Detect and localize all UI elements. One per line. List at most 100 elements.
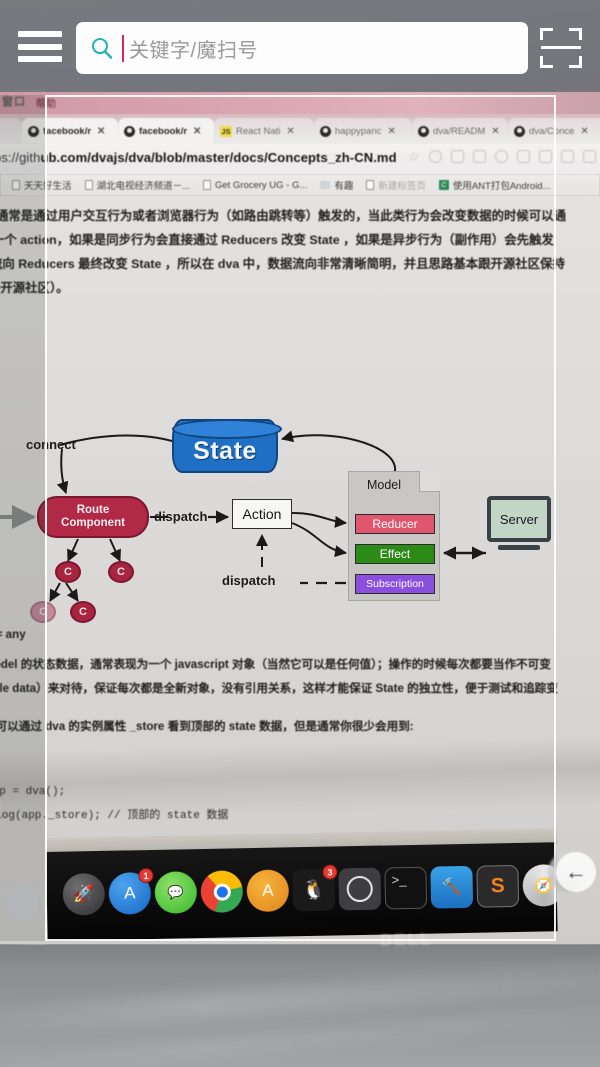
- camera-viewfinder: 窗口 帮助 ✕ facebook/r ✕ facebook/r ✕: [0, 0, 600, 1067]
- bookmark-label: 湖北电视经济频道－...: [96, 181, 190, 192]
- tab-label: dva/Conce: [529, 125, 575, 137]
- extension-icon[interactable]: [495, 150, 508, 163]
- extension-icon[interactable]: [473, 150, 486, 163]
- scan-corner-tr: [569, 28, 582, 40]
- bookmark-label: 有趣: [334, 181, 354, 192]
- search-input[interactable]: 关键字/魔扫号: [76, 22, 528, 74]
- ant-icon: C: [438, 180, 449, 190]
- extension-icon[interactable]: [561, 150, 574, 163]
- search-placeholder: 关键字/魔扫号: [129, 39, 259, 62]
- hamburger-bar: [18, 56, 62, 62]
- bookmark-item[interactable]: 有趣: [320, 178, 353, 192]
- github-icon: [320, 125, 331, 137]
- browser-tab[interactable]: facebook/r ✕: [118, 118, 214, 144]
- tab-label: facebook/r: [43, 125, 92, 137]
- article2-line: Model 的状态数据，通常表现为一个 javascript 对象（当然它可以是…: [0, 658, 551, 671]
- xcode-hammer-icon[interactable]: 🔨: [430, 865, 474, 909]
- route-label-line1: Route: [76, 504, 110, 516]
- bookmark-item[interactable]: 新建标签页: [366, 178, 426, 192]
- page-icon: [84, 180, 93, 190]
- diagram-node-child: C: [108, 561, 134, 583]
- url-text: ps://github.com/dvajs/dva/blob/master/do…: [0, 150, 397, 165]
- diagram-node-child: C: [55, 561, 81, 583]
- close-icon[interactable]: ✕: [491, 126, 499, 137]
- bookmarks-bar: 天天好生活 湖北电视经济频道－... Get Grocery UG - G...…: [0, 174, 600, 196]
- browser-omnibox[interactable]: ps://github.com/dvajs/dva/blob/master/do…: [0, 144, 600, 174]
- bookmark-label: Get Grocery UG - G...: [214, 179, 308, 191]
- close-icon[interactable]: ✕: [193, 126, 201, 137]
- tab-label: dva/READM: [433, 125, 486, 137]
- diagram-node-subscription: Subscription: [355, 574, 435, 594]
- bookmark-star-icon[interactable]: ☆: [407, 150, 420, 163]
- close-icon[interactable]: ✕: [286, 126, 294, 137]
- text-cursor: [122, 34, 124, 62]
- browser-tab[interactable]: dva/Conce ✕: [508, 118, 600, 144]
- launchpad-icon[interactable]: 🚀: [62, 872, 106, 916]
- hamburger-bar: [18, 43, 62, 50]
- scan-vignette: [0, 95, 45, 941]
- diagram-label-dispatch-2: dispatch: [222, 573, 276, 588]
- app-topbar: 关键字/魔扫号: [0, 0, 600, 92]
- tab-label: facebook/r: [139, 125, 188, 137]
- tab-label: React Nati: [236, 125, 281, 137]
- scan-frame-icon[interactable]: [540, 28, 582, 68]
- dva-dataflow-diagram: State connect Route Component C C C C di…: [0, 401, 600, 631]
- terminal-icon[interactable]: >_: [384, 866, 428, 910]
- close-icon[interactable]: ✕: [387, 126, 395, 137]
- url-main: ub.com/dvajs/dva/blob/master/docs/Concep…: [40, 150, 397, 165]
- article-line: 流向 Reducers 最终改变 State ，所以在 dva 中，数据流向非常…: [0, 257, 565, 271]
- xcode-compass-icon[interactable]: [338, 867, 382, 911]
- code-block: app = dva(); e.log(app._store); // 顶部的 s…: [0, 446, 600, 822]
- browser-tab[interactable]: dva/READM ✕: [412, 118, 508, 144]
- route-label-line2: Component: [61, 517, 125, 529]
- diagram-node-reducer: Reducer: [355, 514, 435, 534]
- github-icon: [124, 125, 135, 137]
- scan-corner-br: [569, 56, 582, 68]
- scan-corner-tl: [540, 28, 553, 40]
- github-icon: [514, 125, 525, 137]
- close-icon[interactable]: ✕: [97, 126, 105, 137]
- server-stand: [498, 545, 540, 550]
- omnibox-icons: ☆: [407, 150, 596, 163]
- window-titlebar: 窗口 帮助: [0, 92, 600, 114]
- diagram-label-dispatch-1: dispatch: [154, 509, 208, 524]
- back-button[interactable]: ←: [556, 852, 596, 892]
- close-icon[interactable]: ✕: [580, 126, 588, 137]
- chrome-icon[interactable]: [200, 870, 244, 914]
- github-icon: [418, 125, 429, 137]
- menu-icon[interactable]: [583, 150, 596, 163]
- photographed-screen: 窗口 帮助 ✕ facebook/r ✕ facebook/r ✕: [0, 92, 600, 944]
- browser-tab[interactable]: happypanc ✕: [314, 118, 412, 144]
- browser-tab[interactable]: JS React Nati ✕: [214, 118, 314, 144]
- bookmark-item[interactable]: 湖北电视经济频道－...: [84, 178, 190, 192]
- js-icon: JS: [220, 125, 232, 137]
- app-store-icon[interactable]: A 1: [108, 867, 154, 915]
- diagram-node-effect: Effect: [355, 544, 435, 564]
- folder-icon: [320, 181, 331, 189]
- qq-icon[interactable]: 🐧 3: [292, 864, 338, 912]
- qq-badge: 3: [322, 864, 338, 880]
- android-studio-icon[interactable]: A: [246, 869, 290, 913]
- mac-dock: 🚀 A 1 💬 A 🐧 3 >_ 🔨 S 🧭: [46, 842, 558, 941]
- extension-icon[interactable]: [451, 150, 464, 163]
- article-line: 一个 action，如果是同步行为会直接通过 Reducers 改变 State…: [0, 233, 554, 247]
- page-icon: [202, 180, 211, 190]
- extension-icon[interactable]: [429, 150, 442, 163]
- tab-label: happypanc: [335, 125, 382, 137]
- article2-line: table data）来对待，保证每次都是全新对象，没有引用关系，这样才能保证 …: [0, 682, 558, 695]
- scanner-screen: 窗口 帮助 ✕ facebook/r ✕ facebook/r ✕: [0, 0, 600, 1067]
- app-store-badge: 1: [138, 867, 154, 884]
- bookmark-item[interactable]: C 使用ANT打包Android...: [438, 178, 551, 192]
- sublime-text-icon[interactable]: S: [476, 864, 520, 908]
- extension-icon[interactable]: [517, 150, 530, 163]
- bookmark-item[interactable]: Get Grocery UG - G...: [202, 179, 308, 191]
- article-line: 通常是通过用户交互行为或者浏览器行为（如路由跳转等）触发的，当此类行为会改变数据…: [0, 209, 566, 223]
- scan-corner-bl: [540, 56, 553, 68]
- article2-line: 你可以通过 dva 的实例属性 _store 看到顶部的 state 数据，但是…: [0, 720, 414, 733]
- wechat-icon[interactable]: 💬: [154, 871, 198, 914]
- bookmark-label: 新建标签页: [378, 181, 426, 192]
- hamburger-icon[interactable]: [18, 31, 62, 62]
- extension-icon[interactable]: [539, 150, 552, 163]
- dock-items: 🚀 A 1 💬 A 🐧 3 >_ 🔨 S 🧭: [46, 842, 558, 941]
- monitor-brand-label: DELL: [379, 929, 433, 950]
